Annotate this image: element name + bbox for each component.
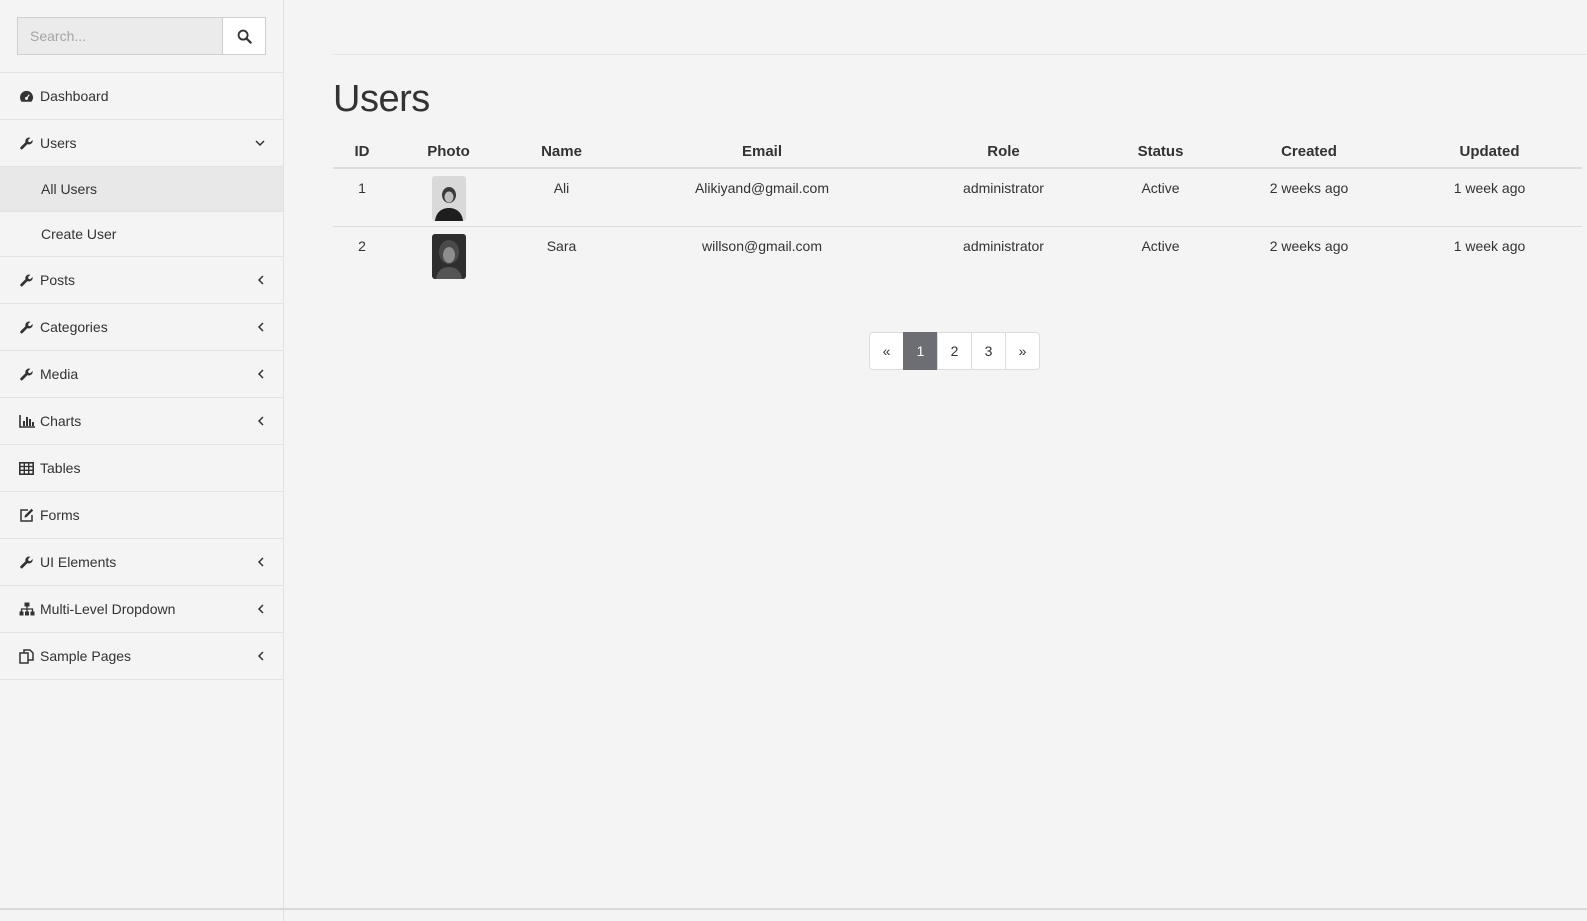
- sidebar-item-label: Forms: [40, 507, 80, 523]
- pagination: « 1 2 3 »: [869, 332, 1040, 370]
- sitemap-icon: [19, 601, 35, 617]
- sidebar-item-tables[interactable]: Tables: [0, 445, 283, 492]
- cell-created: 2 weeks ago: [1221, 168, 1397, 227]
- chevron-left-icon: [255, 274, 265, 286]
- column-header-photo[interactable]: Photo: [391, 136, 506, 169]
- bar-chart-icon: [19, 413, 35, 429]
- cell-id: 2: [358, 237, 366, 254]
- sidebar-item-label: Multi-Level Dropdown: [40, 601, 176, 617]
- table-header-row: ID Photo Name Email Role Status Created …: [333, 136, 1582, 169]
- pagination-prev[interactable]: «: [869, 332, 904, 370]
- cell-updated: 1 week ago: [1453, 237, 1526, 254]
- cell-email: Alikiyand@gmail.com: [617, 168, 907, 227]
- sidebar-item-label: Users: [40, 135, 77, 151]
- sidebar-item-label: Charts: [40, 413, 82, 429]
- cell-id: 1: [333, 168, 391, 227]
- wrench-icon: [19, 272, 35, 288]
- avatar[interactable]: [431, 176, 466, 221]
- sidebar-item-categories[interactable]: Categories: [0, 304, 283, 351]
- sidebar-item-label: Dashboard: [40, 88, 109, 104]
- files-icon: [19, 648, 35, 664]
- column-header-created[interactable]: Created: [1221, 136, 1397, 169]
- chevron-left-icon: [255, 556, 265, 568]
- table-row[interactable]: 2 Sara willson@gmail.com administrator A…: [333, 226, 1582, 284]
- cell-name: Ali: [506, 168, 617, 227]
- page-title: Users: [333, 78, 430, 120]
- column-header-id[interactable]: ID: [333, 136, 391, 169]
- column-header-status[interactable]: Status: [1100, 136, 1221, 169]
- pagination-page-1[interactable]: 1: [903, 332, 938, 370]
- cell-status: Active: [1141, 237, 1180, 254]
- sidebar-item-label: Categories: [40, 319, 108, 335]
- column-header-updated[interactable]: Updated: [1397, 136, 1582, 169]
- sidebar-item-ui-elements[interactable]: UI Elements: [0, 539, 283, 586]
- chevron-left-icon: [255, 603, 265, 615]
- chevron-left-icon: [255, 321, 265, 333]
- search-icon: [237, 29, 252, 44]
- cell-role: administrator: [907, 168, 1100, 227]
- search-input[interactable]: [17, 17, 223, 55]
- wrench-icon: [19, 554, 35, 570]
- column-header-role[interactable]: Role: [907, 136, 1100, 169]
- sidebar-item-forms[interactable]: Forms: [0, 492, 283, 539]
- wrench-icon: [19, 366, 35, 382]
- cell-name: Sara: [546, 237, 577, 254]
- search-button[interactable]: [223, 17, 266, 55]
- cell-photo: [391, 226, 506, 284]
- cell-email: willson@gmail.com: [701, 237, 823, 254]
- column-header-email[interactable]: Email: [617, 136, 907, 169]
- cell-photo: [391, 168, 506, 227]
- chevron-left-icon: [255, 368, 265, 380]
- pagination-page-2[interactable]: 2: [937, 332, 972, 370]
- cell-updated: 1 week ago: [1397, 168, 1582, 227]
- sidebar-item-posts[interactable]: Posts: [0, 257, 283, 304]
- cell-role: administrator: [963, 237, 1044, 254]
- sidebar: Dashboard Users All Users Create User Po…: [0, 0, 284, 921]
- wrench-icon: [19, 319, 35, 335]
- sidebar-item-sample-pages[interactable]: Sample Pages: [0, 633, 283, 680]
- table-icon: [19, 460, 35, 476]
- sidebar-item-media[interactable]: Media: [0, 351, 283, 398]
- chevron-left-icon: [255, 415, 265, 427]
- main-content: Users ID Photo Name Email Role Status Cr…: [333, 0, 1587, 921]
- avatar[interactable]: [431, 233, 466, 279]
- cell-created: 2 weeks ago: [1269, 237, 1349, 254]
- sidebar-item-label: Sample Pages: [40, 648, 132, 664]
- sidebar-item-label: Tables: [40, 460, 81, 476]
- edit-icon: [19, 507, 35, 523]
- sidebar-item-users[interactable]: Users: [0, 120, 283, 167]
- dashboard-icon: [19, 88, 35, 104]
- search-bar: [0, 0, 283, 73]
- chevron-down-icon: [255, 137, 265, 149]
- cell-status: Active: [1100, 168, 1221, 227]
- wrench-icon: [19, 135, 35, 151]
- footer-divider: [0, 908, 1587, 910]
- sidebar-item-dashboard[interactable]: Dashboard: [0, 73, 283, 120]
- sidebar-subitem-create-user[interactable]: Create User: [0, 212, 283, 257]
- table-row[interactable]: 1 Ali Alikiyand@gmail.com administrator …: [333, 168, 1582, 227]
- pagination-next[interactable]: »: [1005, 332, 1040, 370]
- pagination-page-3[interactable]: 3: [971, 332, 1006, 370]
- sidebar-item-multi-level-dropdown[interactable]: Multi-Level Dropdown: [0, 586, 283, 633]
- sidebar-subitem-all-users[interactable]: All Users: [0, 167, 283, 212]
- divider: [333, 54, 1587, 55]
- sidebar-item-label: Posts: [40, 272, 76, 288]
- users-table: ID Photo Name Email Role Status Created …: [333, 136, 1582, 284]
- column-header-name[interactable]: Name: [506, 136, 617, 169]
- sidebar-item-label: Media: [40, 366, 79, 382]
- sidebar-item-charts[interactable]: Charts: [0, 398, 283, 445]
- sidebar-item-label: UI Elements: [40, 554, 117, 570]
- chevron-left-icon: [255, 650, 265, 662]
